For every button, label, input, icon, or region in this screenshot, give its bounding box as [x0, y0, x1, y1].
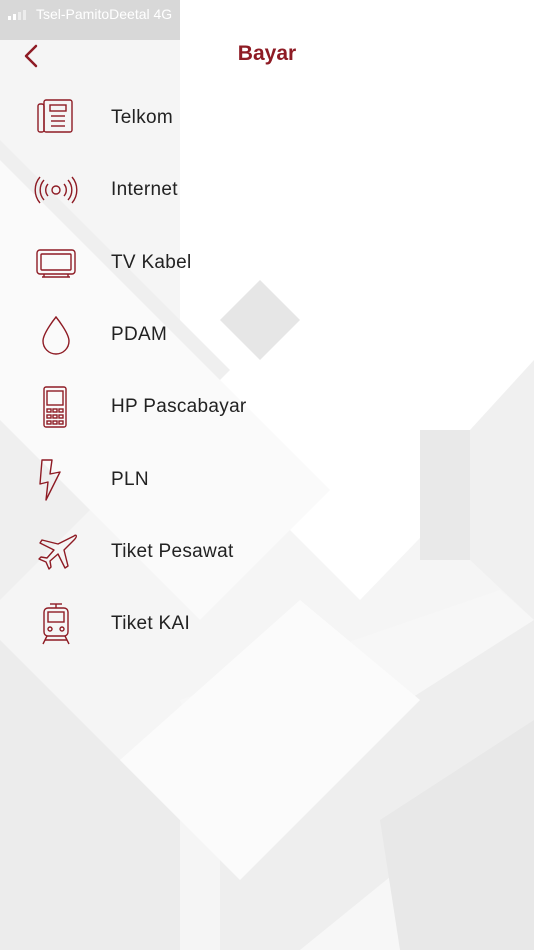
menu-item-tv-kabel[interactable]: TV Kabel — [0, 227, 534, 299]
menu-item-label: HP Pascabayar — [111, 396, 247, 418]
menu-item-label: PDAM — [111, 324, 168, 346]
menu-item-tiket-kai[interactable]: Tiket KAI — [0, 588, 534, 660]
signal-strength-icon — [8, 10, 26, 20]
menu-item-hp-pascabayar[interactable]: HP Pascabayar — [0, 371, 534, 443]
television-icon — [36, 249, 76, 278]
menu-item-pln[interactable]: PLN — [0, 443, 534, 515]
train-icon — [42, 603, 70, 645]
airplane-icon — [38, 534, 77, 570]
menu-item-tiket-pesawat[interactable]: Tiket Pesawat — [0, 516, 534, 588]
carrier-label: Tsel-PamitoDeetal 4G — [36, 6, 173, 22]
page-title: Bayar — [237, 42, 297, 65]
menu-item-label: Tiket Pesawat — [111, 540, 234, 562]
menu-item-label: Telkom — [111, 107, 173, 129]
telephone-icon — [37, 99, 73, 133]
menu-item-label: Tiket KAI — [111, 613, 191, 635]
menu-item-telkom[interactable]: Telkom — [0, 82, 534, 154]
menu-item-label: TV Kabel — [111, 251, 192, 273]
navigation-bar: Bayar — [0, 30, 534, 80]
clock: 09.25 — [244, 6, 280, 22]
menu-item-label: Internet — [111, 179, 178, 201]
water-drop-icon — [42, 315, 70, 355]
status-right — [488, 8, 515, 20]
status-bar: Tsel-PamitoDeetal 4G 09.25 — [0, 0, 534, 28]
menu-item-pdam[interactable]: PDAM — [0, 299, 534, 371]
menu-item-internet[interactable]: Internet — [0, 154, 534, 226]
payment-menu: Telkom Internet TV Kabel PDAM HP Pascaba… — [0, 82, 534, 660]
lightning-bolt-icon — [39, 458, 61, 501]
mobile-phone-icon — [43, 386, 67, 429]
menu-item-label: PLN — [111, 468, 149, 490]
battery-icon — [488, 8, 515, 20]
wireless-signal-icon — [34, 176, 78, 204]
